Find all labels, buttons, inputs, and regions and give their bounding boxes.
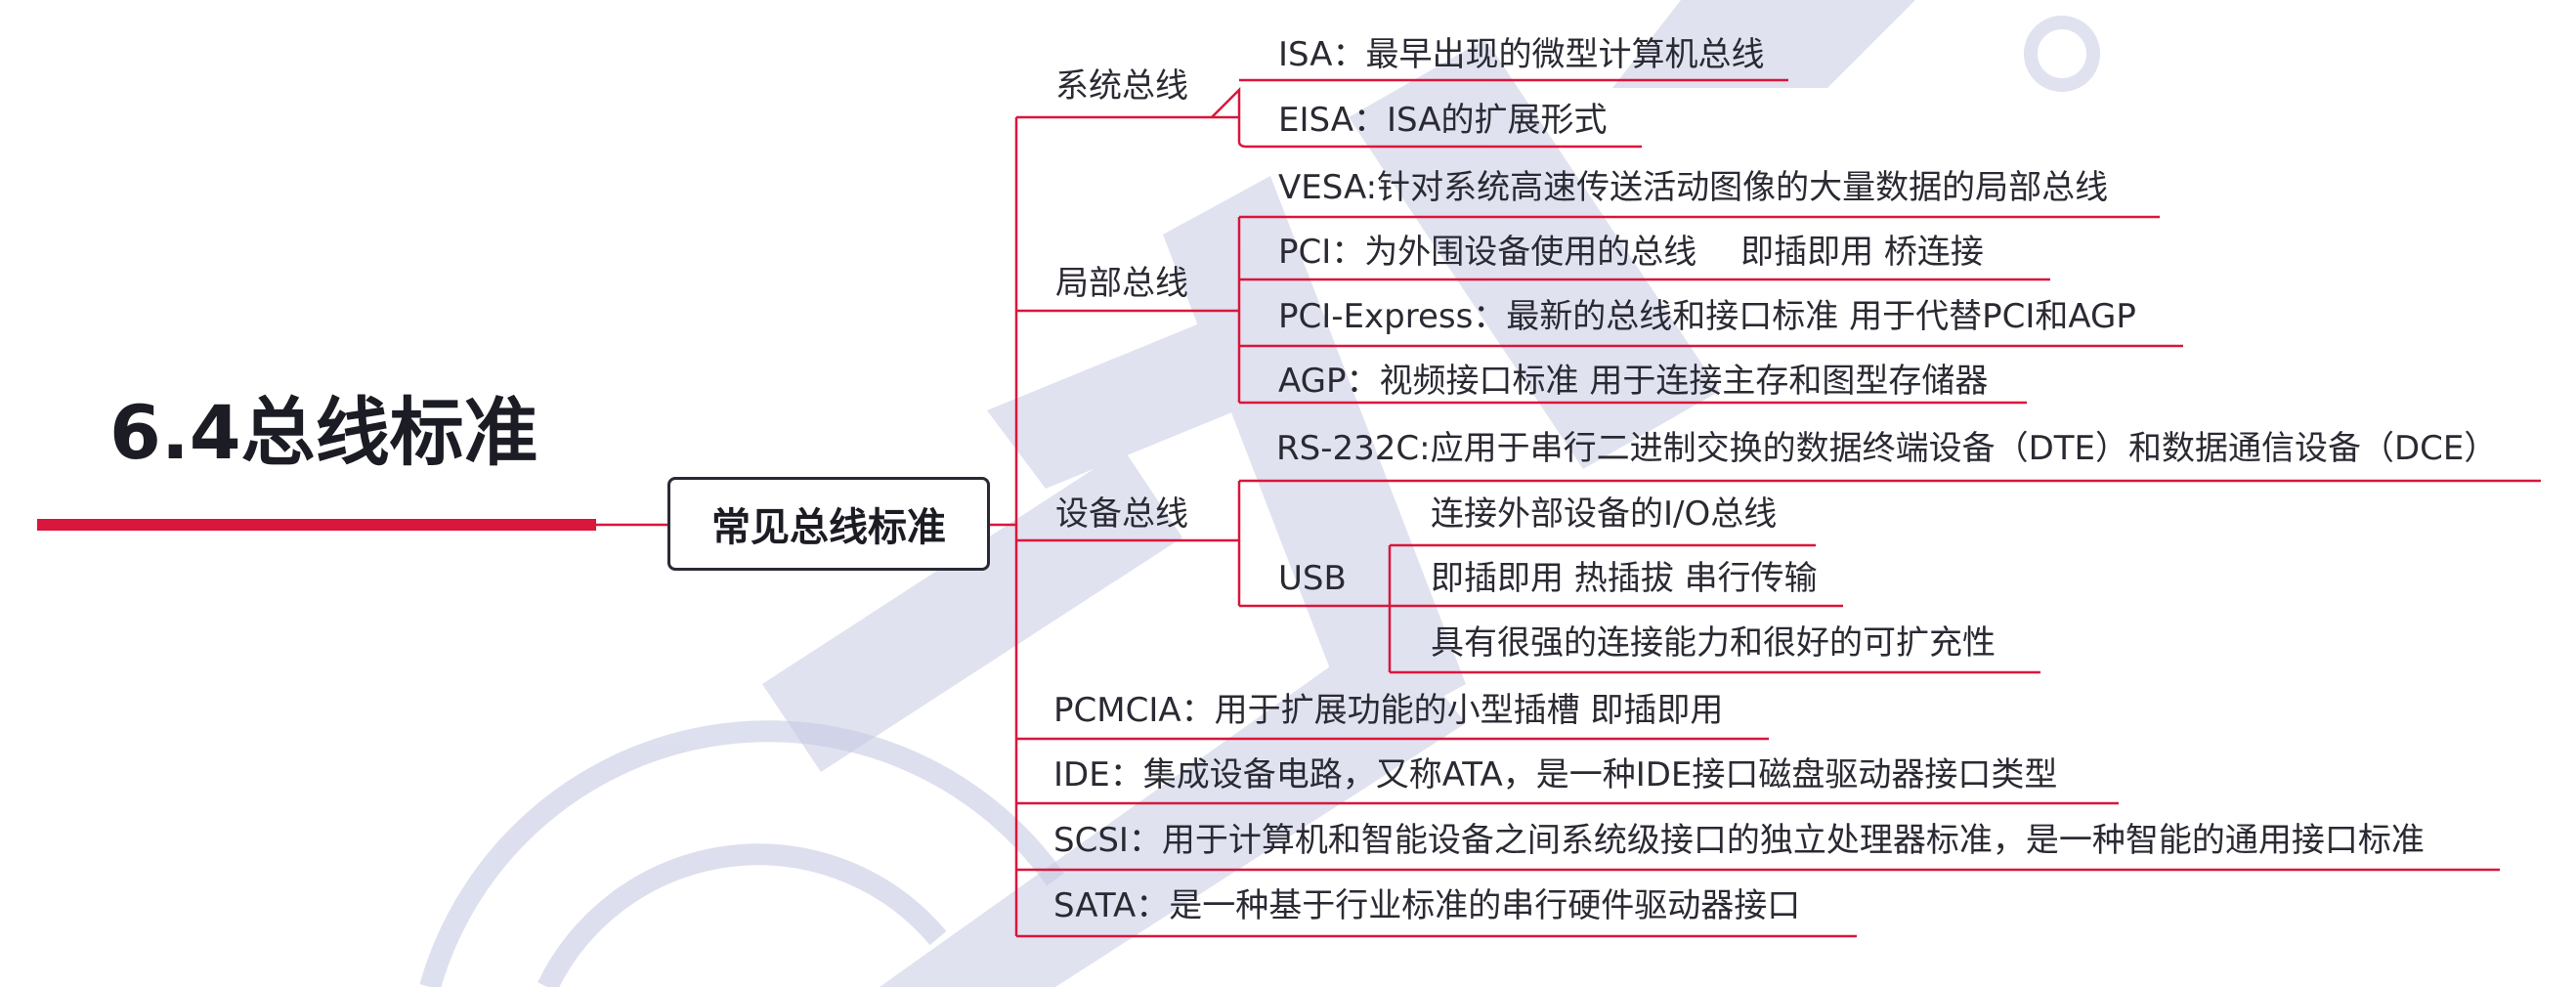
node-eisa[interactable]: EISA：ISA的扩展形式 [1278,99,1607,142]
node-system-bus[interactable]: 系统总线 [1055,64,1188,107]
root-node[interactable]: 常见总线标准 [667,477,990,571]
node-agp[interactable]: AGP：视频接口标准 用于连接主存和图型存储器 [1278,360,1988,403]
node-pcmcia[interactable]: PCMCIA：用于扩展功能的小型插槽 即插即用 [1053,689,1723,732]
node-ide[interactable]: IDE：集成设备电路，又称ATA，是一种IDE接口磁盘驱动器接口类型 [1053,753,2057,796]
node-device-bus[interactable]: 设备总线 [1055,493,1188,536]
node-usb-io[interactable]: 连接外部设备的I/O总线 [1431,493,1777,536]
node-pci-express[interactable]: PCI-Express：最新的总线和接口标准 用于代替PCI和AGP [1278,295,2136,338]
node-scsi[interactable]: SCSI：用于计算机和智能设备之间系统级接口的独立处理器标准，是一种智能的通用接… [1053,819,2425,862]
node-isa[interactable]: ISA：最早出现的微型计算机总线 [1278,33,1765,76]
node-sata[interactable]: SATA：是一种基于行业标准的串行硬件驱动器接口 [1053,884,1800,927]
title-underline [37,519,596,531]
node-usb-expand[interactable]: 具有很强的连接能力和很好的可扩充性 [1431,622,1996,665]
page-title: 6.4总线标准 [109,389,538,476]
node-vesa[interactable]: VESA:针对系统高速传送活动图像的大量数据的局部总线 [1278,166,2108,209]
node-local-bus[interactable]: 局部总线 [1055,262,1188,305]
node-usb[interactable]: USB [1278,557,1347,600]
node-usb-plug[interactable]: 即插即用 热插拔 串行传输 [1431,557,1818,600]
root-node-label: 常见总线标准 [711,505,946,550]
node-pci[interactable]: PCI：为外围设备使用的总线 即插即用 桥连接 [1278,231,1984,274]
node-rs232c[interactable]: RS-232C:应用于串行二进制交换的数据终端设备（DTE）和数据通信设备（DC… [1276,427,2497,470]
